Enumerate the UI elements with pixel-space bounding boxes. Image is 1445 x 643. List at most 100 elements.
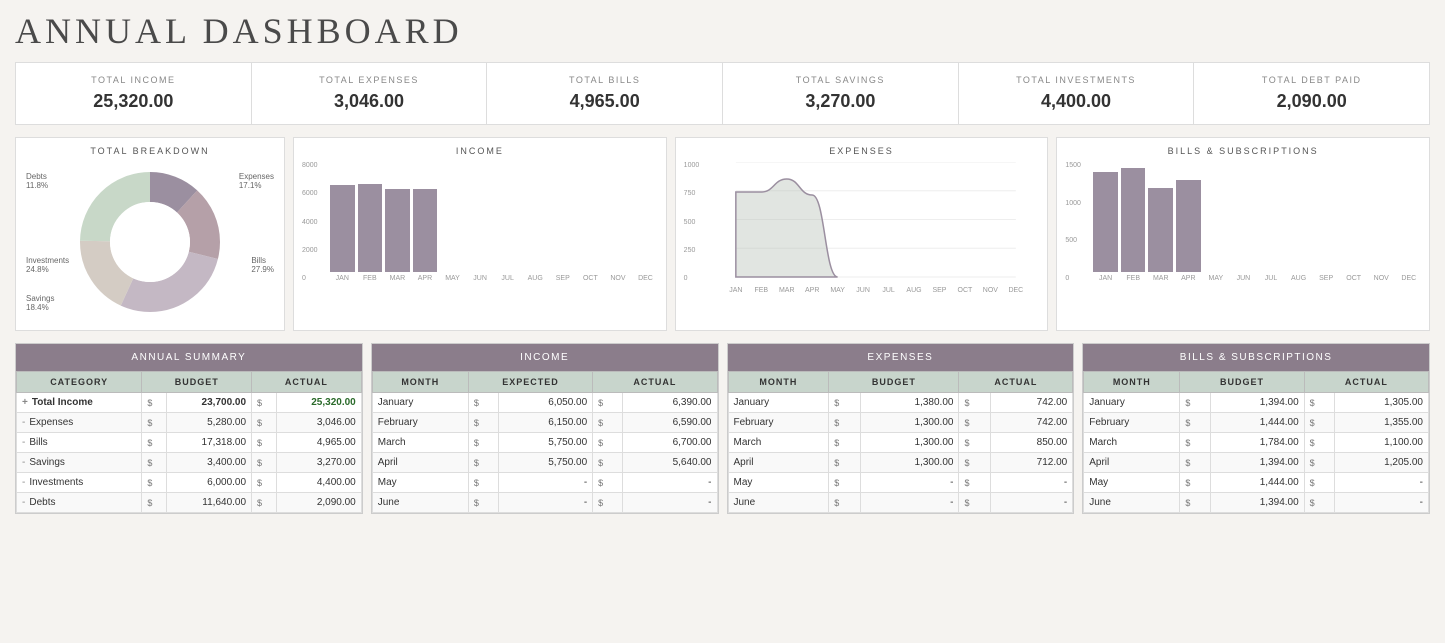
svg-text:OCT: OCT xyxy=(957,287,973,294)
bills-table-content: MONTH BUDGET ACTUAL January $ 1,394.00 $… xyxy=(1083,371,1429,513)
card-total-debt-label: TOTAL DEBT PAID xyxy=(1202,75,1421,85)
income-bars: JANFEBMARAPRMAYJUNJULAUGSEPOCTNOVDEC xyxy=(330,162,658,282)
income-bar-aug: AUG xyxy=(523,162,548,282)
bar xyxy=(1148,188,1173,272)
bar xyxy=(358,184,383,272)
bills-bar-feb: FEB xyxy=(1121,162,1146,282)
card-total-savings-value: 3,270.00 xyxy=(731,91,950,112)
income-chart-title: INCOME xyxy=(302,146,658,156)
donut-chart-title: TOTAL BREAKDOWN xyxy=(24,146,276,156)
table-row: -Savings xyxy=(17,453,142,473)
bar-month-label: JUN xyxy=(1237,275,1251,282)
donut-label-expenses: Expenses17.1% xyxy=(239,172,274,190)
bar-month-label: FEB xyxy=(1126,275,1140,282)
bar-month-label: FEB xyxy=(363,275,377,282)
svg-text:DEC: DEC xyxy=(1008,287,1023,294)
bar xyxy=(413,189,438,272)
donut-chart-panel: TOTAL BREAKDOWN xyxy=(15,137,285,331)
svg-text:JUN: JUN xyxy=(856,287,870,294)
bills-bar-dec: DEC xyxy=(1397,162,1422,282)
expenses-svg: JANFEBMARAPRMAYJUNJULAUGSEPOCTNOVDEC xyxy=(712,162,1040,297)
bills-table-header: BILLS & SUBSCRIPTIONS xyxy=(1083,344,1429,371)
card-total-expenses: TOTAL EXPENSES 3,046.00 xyxy=(252,63,488,124)
bar xyxy=(385,189,410,272)
bar-month-label: APR xyxy=(418,275,432,282)
income-bar-oct: OCT xyxy=(578,162,603,282)
income-bar-jun: JUN xyxy=(468,162,493,282)
table-row: June xyxy=(372,493,468,513)
table-row: June xyxy=(728,493,829,513)
bar-month-label: NOV xyxy=(1374,275,1389,282)
table-row: -Expenses xyxy=(17,413,142,433)
svg-text:JAN: JAN xyxy=(729,287,742,294)
bills-chart-title: BILLS & SUBSCRIPTIONS xyxy=(1065,146,1421,156)
expenses-chart: 10007505002500 JANFEBMARAPRMAYJUNJULAUGS… xyxy=(684,162,1040,302)
col-expected: EXPECTED xyxy=(468,372,592,393)
bar-month-label: JAN xyxy=(336,275,349,282)
bills-y-axis: 150010005000 xyxy=(1065,162,1081,282)
table-row: February xyxy=(372,413,468,433)
annual-summary-header: ANNUAL SUMMARY xyxy=(16,344,362,371)
svg-text:SEP: SEP xyxy=(932,287,946,294)
table-row: March xyxy=(372,433,468,453)
income-y-axis: 80006000400020000 xyxy=(302,162,318,282)
table-row: March xyxy=(1084,433,1180,453)
card-total-expenses-value: 3,046.00 xyxy=(260,91,479,112)
col-actual: ACTUAL xyxy=(252,372,362,393)
bar-month-label: AUG xyxy=(1291,275,1306,282)
annual-summary-table: ANNUAL SUMMARY CATEGORY BUDGET ACTUAL +T… xyxy=(15,343,363,514)
bar-month-label: NOV xyxy=(610,275,625,282)
bar-month-label: DEC xyxy=(1401,275,1416,282)
col-category: CATEGORY xyxy=(17,372,142,393)
card-total-bills-label: TOTAL BILLS xyxy=(495,75,714,85)
col-actual: ACTUAL xyxy=(1304,372,1428,393)
card-total-savings: TOTAL SAVINGS 3,270.00 xyxy=(723,63,959,124)
income-table: INCOME MONTH EXPECTED ACTUAL January $ 6… xyxy=(371,343,719,514)
income-chart-panel: INCOME 80006000400020000 JAN FEB MAR APR MAY… xyxy=(293,137,667,331)
card-total-income-value: 25,320.00 xyxy=(24,91,243,112)
table-row: March xyxy=(728,433,829,453)
table-row: February xyxy=(728,413,829,433)
svg-text:JUL: JUL xyxy=(882,287,895,294)
card-total-debt-value: 2,090.00 xyxy=(1202,91,1421,112)
col-actual: ACTUAL xyxy=(959,372,1073,393)
bar-month-label: DEC xyxy=(638,275,653,282)
income-bar-chart: 80006000400020000 JAN FEB MAR APR MAYJUN JUL A… xyxy=(302,162,658,302)
bills-bar-chart: 150010005000 JANFEBMARAPRMAYJUNJULAUGSEP… xyxy=(1065,162,1421,302)
bar-month-label: JUL xyxy=(1265,275,1277,282)
table-row: -Investments xyxy=(17,473,142,493)
bills-bar-nov: NOV xyxy=(1369,162,1394,282)
income-bar-nov: NOV xyxy=(606,162,631,282)
bills-bar-apr: APR xyxy=(1176,162,1201,282)
col-month: MONTH xyxy=(1084,372,1180,393)
card-total-debt: TOTAL DEBT PAID 2,090.00 xyxy=(1194,63,1429,124)
income-bar-dec: DEC xyxy=(633,162,658,282)
income-bar-apr: APR xyxy=(413,162,438,282)
bar-month-label: OCT xyxy=(583,275,598,282)
card-total-savings-label: TOTAL SAVINGS xyxy=(731,75,950,85)
table-row: May xyxy=(372,473,468,493)
donut-svg xyxy=(70,162,230,322)
table-row: April xyxy=(372,453,468,473)
table-row: January xyxy=(728,393,829,413)
expenses-table: EXPENSES MONTH BUDGET ACTUAL January $ 1… xyxy=(727,343,1075,514)
col-budget: BUDGET xyxy=(1180,372,1304,393)
svg-text:AUG: AUG xyxy=(906,287,921,294)
svg-text:MAY: MAY xyxy=(830,287,845,294)
donut-chart: Debts11.8% Expenses17.1% Bills27.9% Savi… xyxy=(24,162,276,322)
table-row: -Bills xyxy=(17,433,142,453)
donut-label-investments: Investments24.8% xyxy=(26,256,69,274)
bar-month-label: JUL xyxy=(501,275,513,282)
bar xyxy=(1121,168,1146,272)
bar-month-label: APR xyxy=(1181,275,1195,282)
expenses-table-header: EXPENSES xyxy=(728,344,1074,371)
income-bar-mar: MAR xyxy=(385,162,410,282)
annual-summary-table-content: CATEGORY BUDGET ACTUAL +Total Income $ 2… xyxy=(16,371,362,513)
table-row: May xyxy=(1084,473,1180,493)
income-bar-jan: JAN xyxy=(330,162,355,282)
table-row: +Total Income xyxy=(17,393,142,413)
income-bar-may: MAY xyxy=(440,162,465,282)
bills-bar-may: MAY xyxy=(1204,162,1229,282)
card-total-investments-value: 4,400.00 xyxy=(967,91,1186,112)
card-total-bills: TOTAL BILLS 4,965.00 xyxy=(487,63,723,124)
